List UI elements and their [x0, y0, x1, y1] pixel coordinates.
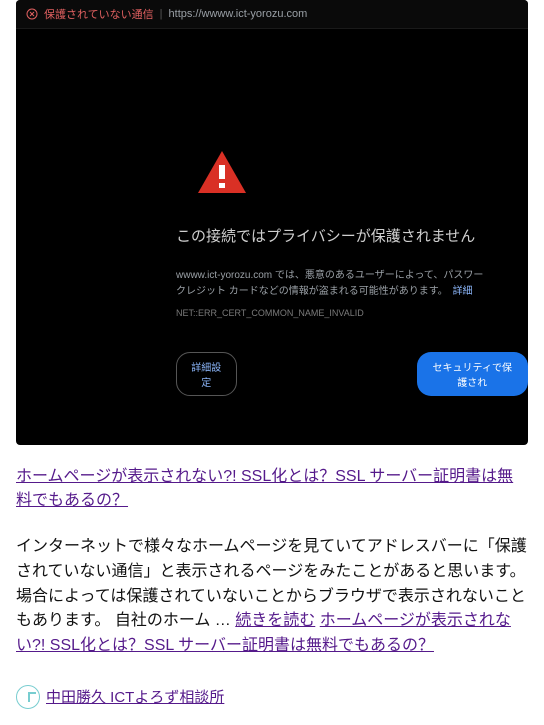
- insecure-label: 保護されていない通信: [44, 6, 154, 22]
- error-code: NET::ERR_CERT_COMMON_NAME_INVALID: [176, 308, 528, 318]
- browser-screenshot[interactable]: 保護されていない通信 | https://wwww.ict-yorozu.com…: [16, 0, 528, 445]
- warning-description: wwww.ict-yorozu.com では、悪意のあるユーザーによって、パスワ…: [176, 268, 528, 300]
- post-excerpt: インターネットで様々なホームページを見ていてアドレスバーに「保護されていない通信…: [16, 535, 528, 659]
- address-separator: |: [160, 8, 163, 20]
- author-link[interactable]: 中田勝久 ICTよろず相談所: [46, 686, 224, 707]
- warning-desc-line2: クレジット カードなどの情報が盗まれる可能性があります。: [176, 286, 448, 297]
- address-url: https://wwww.ict-yorozu.com: [169, 8, 308, 20]
- warning-title: この接続ではプライバシーが保護されません: [176, 225, 528, 246]
- detail-link[interactable]: 詳細: [453, 286, 473, 297]
- warning-triangle-icon: [196, 149, 248, 195]
- advanced-button[interactable]: 詳細設定: [176, 352, 237, 396]
- address-bar: 保護されていない通信 | https://wwww.ict-yorozu.com: [16, 0, 528, 29]
- back-to-safety-button[interactable]: セキュリティで保護され: [417, 352, 528, 396]
- author-avatar-icon: [16, 685, 40, 709]
- insecure-icon: [26, 8, 38, 20]
- post-title-link[interactable]: ホームページが表示されない?! SSL化とは？SSL サーバー証明書は無料でもあ…: [16, 465, 528, 513]
- warning-desc-line1: wwww.ict-yorozu.com では、悪意のあるユーザーによって、パスワ…: [176, 270, 483, 281]
- continue-reading-link[interactable]: 続きを読む: [235, 612, 315, 629]
- author-row: 中田勝久 ICTよろず相談所: [16, 685, 528, 709]
- warning-buttons: 詳細設定 セキュリティで保護され: [176, 352, 528, 396]
- warning-area: この接続ではプライバシーが保護されません wwww.ict-yorozu.com…: [16, 29, 528, 396]
